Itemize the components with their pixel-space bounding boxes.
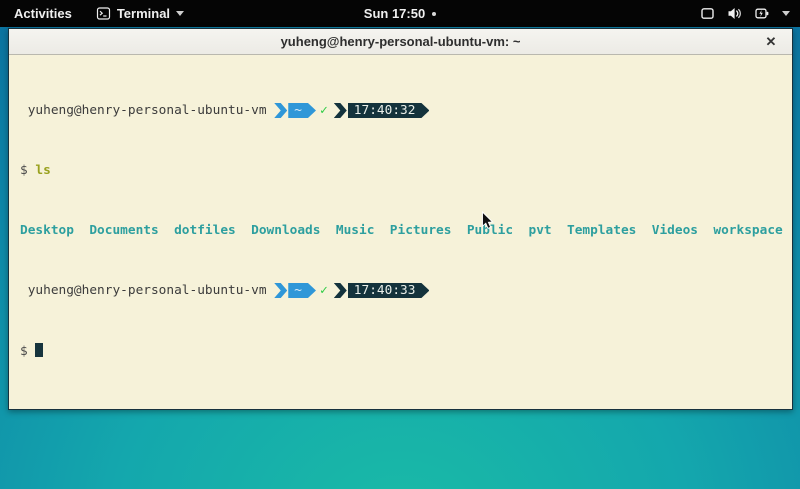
input-line[interactable]: $ bbox=[20, 343, 792, 358]
prompt-time: 17:40:32 bbox=[354, 103, 416, 118]
prompt-path-segment: ~ bbox=[288, 283, 316, 298]
success-check-icon: ✓ bbox=[320, 103, 328, 118]
chevron-down-icon bbox=[782, 11, 790, 16]
terminal-app-icon bbox=[96, 6, 111, 21]
title-bar[interactable]: yuheng@henry-personal-ubuntu-vm: ~ ✕ bbox=[9, 29, 792, 55]
volume-icon bbox=[727, 6, 742, 21]
prompt-path: ~ bbox=[294, 283, 302, 298]
prompt-time: 17:40:33 bbox=[354, 283, 416, 298]
success-check-icon: ✓ bbox=[320, 283, 328, 298]
text-cursor bbox=[35, 343, 43, 357]
prompt-path-segment: ~ bbox=[288, 103, 316, 118]
window-title: yuheng@henry-personal-ubuntu-vm: ~ bbox=[281, 34, 521, 49]
notification-dot-icon bbox=[432, 12, 436, 16]
typed-command: ls bbox=[28, 163, 51, 178]
app-menu-button[interactable]: Terminal bbox=[96, 6, 184, 21]
powerline-chevron-icon bbox=[334, 283, 347, 298]
prompt-symbol: $ bbox=[20, 344, 28, 359]
command-line: $ls bbox=[20, 163, 792, 178]
clock-label: Sun 17:50 bbox=[364, 6, 425, 21]
battery-charging-icon bbox=[754, 6, 770, 21]
prompt-time-segment: 17:40:32 bbox=[348, 103, 430, 118]
powerline-chevron-icon bbox=[334, 103, 347, 118]
prompt-path: ~ bbox=[294, 103, 302, 118]
prompt-username: yuheng@henry-personal-ubuntu-vm bbox=[20, 103, 274, 118]
chevron-down-icon bbox=[176, 11, 184, 16]
wired-network-icon bbox=[700, 6, 715, 21]
powerline-chevron-icon bbox=[274, 103, 287, 118]
clock-button[interactable]: Sun 17:50 bbox=[364, 6, 436, 21]
powerline-chevron-icon bbox=[274, 283, 287, 298]
system-status-area[interactable] bbox=[700, 6, 800, 21]
close-button[interactable]: ✕ bbox=[760, 29, 782, 55]
prompt-time-segment: 17:40:33 bbox=[348, 283, 430, 298]
directory-listing: Desktop Documents dotfiles Downloads Mus… bbox=[20, 223, 792, 238]
gnome-top-bar: Activities Terminal Sun 17:50 bbox=[0, 0, 800, 27]
terminal-window: yuheng@henry-personal-ubuntu-vm: ~ ✕ yuh… bbox=[8, 28, 793, 410]
app-menu-label: Terminal bbox=[117, 6, 170, 21]
prompt-username: yuheng@henry-personal-ubuntu-vm bbox=[20, 283, 274, 298]
prompt-line: yuheng@henry-personal-ubuntu-vm ~ ✓ 17:4… bbox=[20, 283, 792, 298]
prompt-line: yuheng@henry-personal-ubuntu-vm ~ ✓ 17:4… bbox=[20, 103, 792, 118]
prompt-symbol: $ bbox=[20, 163, 28, 178]
terminal-screen[interactable]: yuheng@henry-personal-ubuntu-vm ~ ✓ 17:4… bbox=[9, 55, 792, 409]
activities-button[interactable]: Activities bbox=[10, 4, 76, 23]
